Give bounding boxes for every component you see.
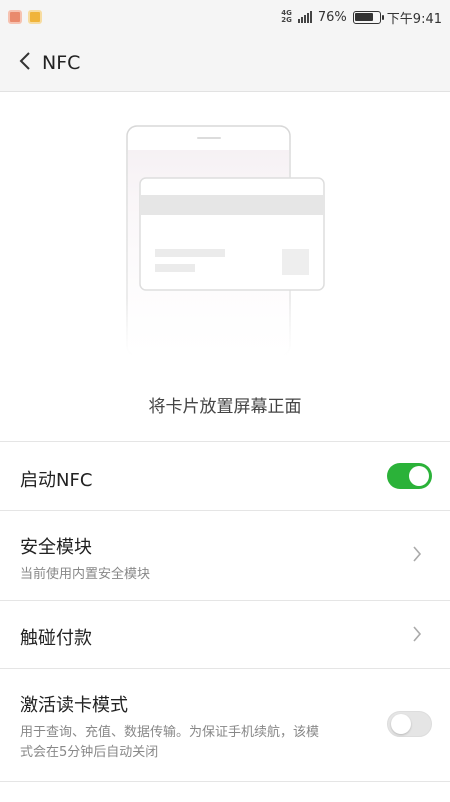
page-title: NFC: [42, 51, 81, 74]
battery-icon: [352, 10, 384, 24]
battery-percent: 76%: [317, 9, 347, 25]
network-type-icon: 4G 2G: [281, 9, 292, 24]
toggle-knob: [409, 466, 429, 486]
notification-icons: [8, 10, 42, 24]
status-time: 下午9:41: [386, 11, 442, 27]
app-notification-icon: [8, 10, 22, 24]
reader-mode-toggle[interactable]: [387, 711, 432, 737]
app-notification-icon: [28, 10, 42, 24]
chevron-left-icon: [19, 51, 30, 70]
reader-mode-row[interactable]: 激活读卡模式 用于查询、充值、数据传输。为保证手机续航，该模式会在5分钟后自动关…: [0, 669, 450, 781]
illustration-caption: 将卡片放置屏幕正面: [148, 397, 302, 417]
reader-mode-label: 激活读卡模式: [20, 695, 128, 716]
secure-element-label: 安全模块: [20, 537, 92, 558]
enable-nfc-toggle[interactable]: [387, 463, 432, 489]
back-button[interactable]: [18, 51, 32, 75]
chevron-right-icon: [412, 545, 422, 568]
secure-element-sublabel: 当前使用内置安全模块: [20, 567, 151, 582]
phone-card-illustration: [126, 125, 325, 357]
nfc-illustration: [0, 92, 450, 382]
tap-to-pay-label: 触碰付款: [20, 628, 92, 649]
enable-nfc-label: 启动NFC: [20, 470, 93, 491]
status-indicators: 4G 2G 76% 下午9:41: [281, 8, 442, 27]
divider: [0, 781, 450, 782]
app-bar: NFC: [0, 34, 450, 92]
tap-to-pay-row[interactable]: 触碰付款: [0, 601, 450, 668]
card-outline: [139, 177, 325, 291]
chevron-right-icon: [412, 625, 422, 648]
battery-fill: [355, 13, 373, 21]
enable-nfc-row[interactable]: 启动NFC: [0, 442, 450, 510]
toggle-knob: [391, 714, 411, 734]
signal-icon: [297, 11, 312, 23]
secure-element-row[interactable]: 安全模块 当前使用内置安全模块: [0, 511, 450, 600]
status-bar: 4G 2G 76% 下午9:41: [0, 0, 450, 34]
reader-mode-sublabel: 用于查询、充值、数据传输。为保证手机续航，该模式会在5分钟后自动关闭: [20, 725, 320, 760]
